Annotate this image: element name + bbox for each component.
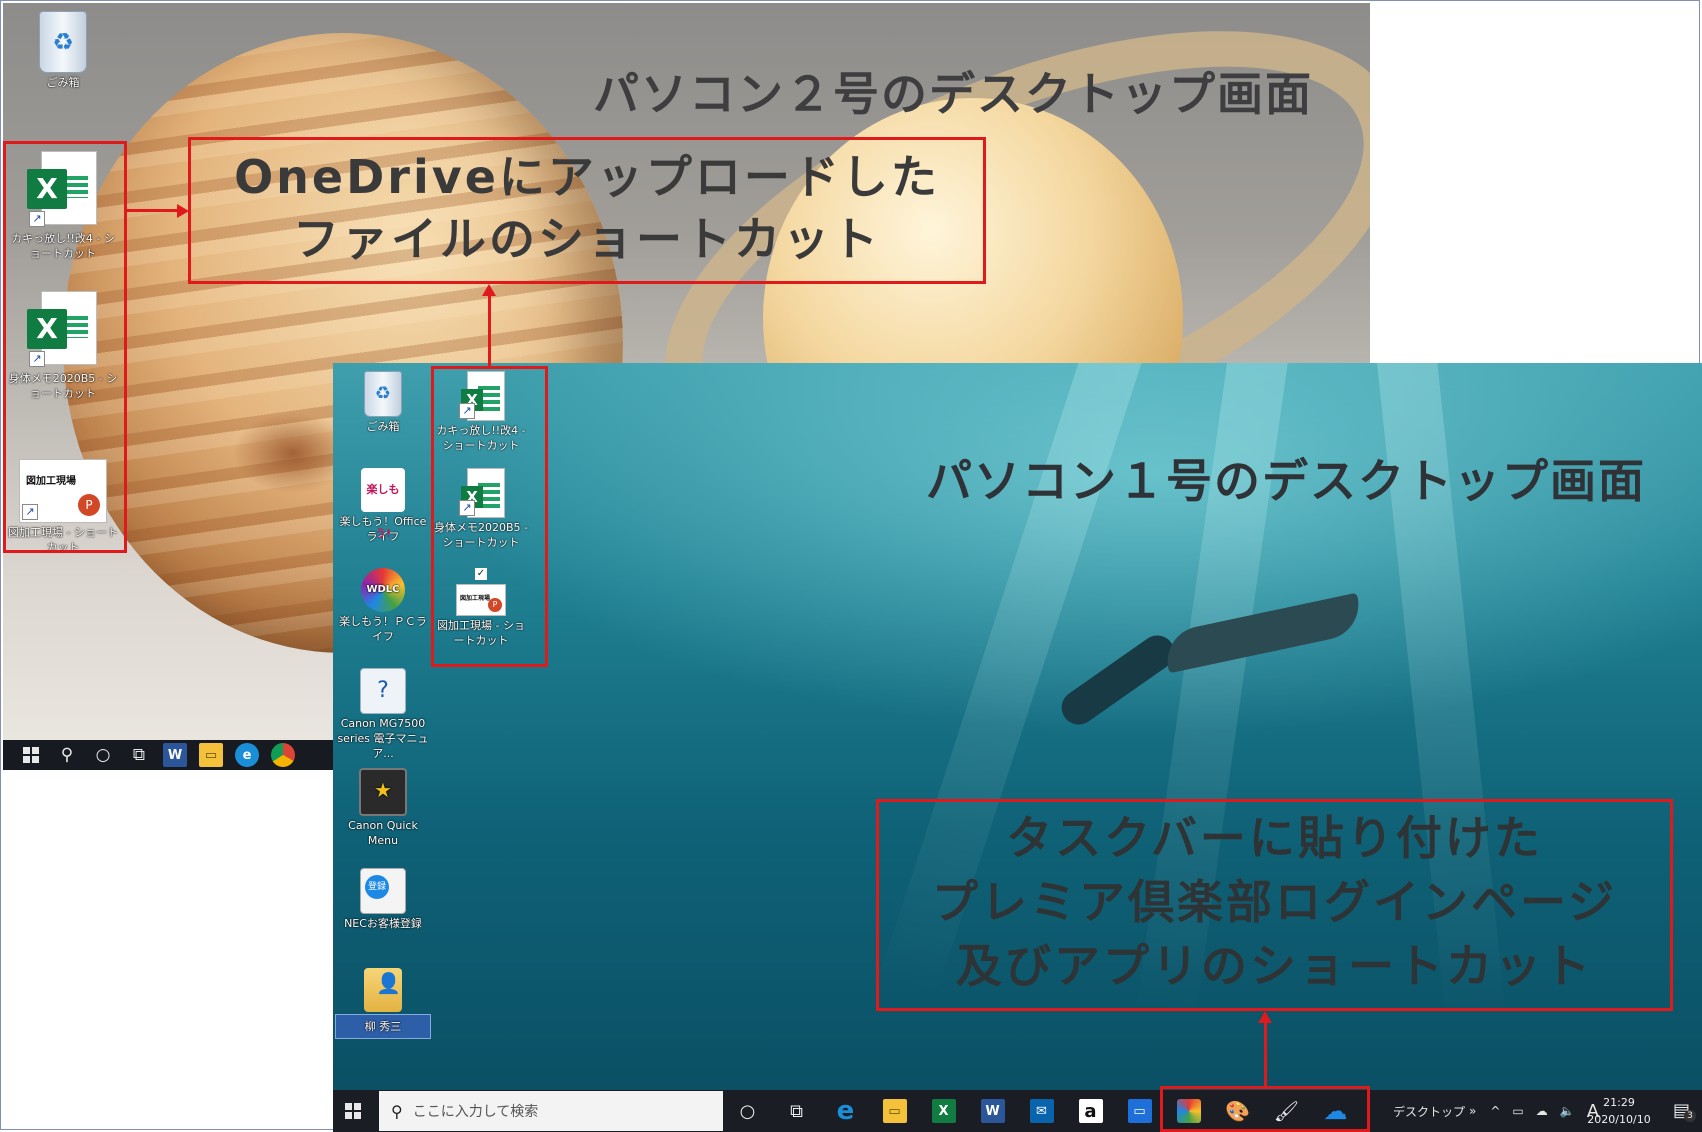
star-app-icon: ★ bbox=[359, 768, 407, 816]
volume-icon[interactable]: 🔈 bbox=[1560, 1104, 1575, 1118]
pc1-title: パソコン１号のデスクトップ画面 bbox=[926, 454, 1646, 508]
notification-count-badge: 3 bbox=[1684, 1110, 1696, 1122]
cortana-icon[interactable]: ○ bbox=[723, 1090, 772, 1132]
pinned-taskbar-highlight bbox=[1160, 1086, 1370, 1132]
arrow-line bbox=[127, 209, 177, 212]
office-life-shortcut[interactable]: 楽しもう! 楽しもう！Office ライフ bbox=[335, 468, 431, 544]
callout-taskbar-line3: 及びアプリのショートカット bbox=[956, 939, 1593, 993]
callout-onedrive-line2: ファイルのショートカット bbox=[293, 212, 881, 266]
file-explorer-icon[interactable]: ▭ bbox=[193, 740, 229, 770]
icon-label: ごみ箱 bbox=[46, 76, 80, 89]
arrow-line bbox=[488, 296, 491, 366]
icon-label: 柳 秀三 bbox=[335, 1014, 431, 1039]
file-explorer-icon[interactable]: ▭ bbox=[870, 1090, 919, 1132]
recycle-bin-icon: ♻ bbox=[39, 11, 87, 73]
search-icon[interactable]: ⚲ bbox=[49, 740, 85, 770]
icon-label: Canon MG7500 series 電子マニュア... bbox=[337, 717, 429, 760]
chevron-up-icon[interactable]: ^ bbox=[1490, 1104, 1500, 1118]
callout-onedrive-text: OneDriveにアップロードした ファイルのショートカット bbox=[188, 146, 986, 270]
clock-time: 21:29 bbox=[1603, 1096, 1635, 1109]
office-life-icon: 楽しもう! bbox=[361, 468, 405, 540]
windows-logo-icon bbox=[345, 1103, 361, 1119]
wdlc-icon: WDLC bbox=[361, 568, 405, 612]
chrome-icon[interactable] bbox=[265, 740, 301, 770]
nec-registration-shortcut[interactable]: 登録 NECお客様登録 bbox=[335, 868, 431, 931]
callout-taskbar-line2: プレミア倶楽部ログインページ bbox=[931, 875, 1618, 929]
taskbar-search-box[interactable]: ⚲ ここに入力して検索 bbox=[379, 1091, 723, 1131]
task-view-icon[interactable]: ⧉ bbox=[772, 1090, 821, 1132]
windows-logo-icon bbox=[23, 747, 39, 763]
pc2-title: パソコン２号のデスクトップ画面 bbox=[593, 67, 1313, 121]
icon-label: NECお客様登録 bbox=[344, 917, 422, 930]
cortana-icon[interactable]: ○ bbox=[85, 740, 121, 770]
help-manual-icon: ? bbox=[360, 668, 406, 714]
network-icon[interactable]: ☁ bbox=[1536, 1104, 1548, 1118]
edge-icon[interactable]: e bbox=[229, 740, 265, 770]
clock-date: 2020/10/10 bbox=[1587, 1113, 1651, 1126]
search-icon: ⚲ bbox=[391, 1101, 403, 1121]
edge-icon[interactable]: e bbox=[821, 1090, 870, 1132]
recycle-bin-desktop-icon[interactable]: ♻ ごみ箱 bbox=[335, 371, 431, 434]
canon-manual-shortcut[interactable]: ? Canon MG7500 series 電子マニュア... bbox=[335, 668, 431, 761]
diver-wallpaper bbox=[1053, 573, 1373, 732]
word-icon[interactable]: W bbox=[968, 1090, 1017, 1132]
pc1-shortcuts-highlight bbox=[431, 366, 548, 667]
toolbar-expand-icon[interactable]: » bbox=[1469, 1104, 1476, 1118]
taskbar-clock[interactable]: 21:29 2020/10/10 bbox=[1584, 1094, 1654, 1128]
user-folder-icon: 👤 bbox=[364, 968, 402, 1012]
search-placeholder: ここに入力して検索 bbox=[412, 1104, 539, 1120]
callout-taskbar-line1: タスクバーに貼り付けた bbox=[1006, 811, 1543, 865]
callout-onedrive-line1: OneDriveにアップロードした bbox=[234, 150, 940, 204]
outlook-icon[interactable]: ✉ bbox=[1017, 1090, 1066, 1132]
window-app-icon[interactable]: ▭ bbox=[1115, 1090, 1164, 1132]
pc1-taskbar: ⚲ ここに入力して検索 ○ ⧉ e ▭ X W ✉ a ▭ 🎨 🖌 ☁ デスクト… bbox=[333, 1090, 1702, 1132]
icon-label: ごみ箱 bbox=[366, 420, 400, 433]
amazon-icon[interactable]: a bbox=[1066, 1090, 1115, 1132]
system-tray: デスクトップ » ^ ▭ ☁ 🔈 A bbox=[1383, 1090, 1599, 1132]
start-button[interactable] bbox=[13, 740, 49, 770]
action-center-icon[interactable]: ▤ 3 bbox=[1673, 1100, 1696, 1122]
icon-label: Canon Quick Menu bbox=[348, 819, 418, 847]
recycle-bin-icon: ♻ bbox=[364, 371, 402, 417]
callout-taskbar-text: タスクバーに貼り付けた プレミア倶楽部ログインページ 及びアプリのショートカット bbox=[876, 806, 1673, 998]
icon-label: 楽しもう！ＰＣライフ bbox=[339, 615, 427, 643]
recycle-bin-desktop-icon[interactable]: ♻ ごみ箱 bbox=[8, 11, 118, 90]
arrow-head bbox=[482, 284, 496, 296]
task-view-icon[interactable]: ⧉ bbox=[121, 740, 157, 770]
battery-icon[interactable]: ▭ bbox=[1512, 1104, 1523, 1118]
user-folder-shortcut[interactable]: 👤 柳 秀三 bbox=[335, 968, 431, 1039]
nec-registration-icon: 登録 bbox=[360, 868, 406, 914]
arrow-head bbox=[1258, 1011, 1272, 1023]
start-button[interactable] bbox=[345, 1103, 361, 1119]
desktop-toolbar-label[interactable]: デスクトップ bbox=[1393, 1103, 1465, 1120]
excel-icon[interactable]: X bbox=[919, 1090, 968, 1132]
canon-quick-menu-shortcut[interactable]: ★ Canon Quick Menu bbox=[335, 768, 431, 848]
pc-life-shortcut[interactable]: WDLC 楽しもう！ＰＣライフ bbox=[335, 568, 431, 644]
arrow-line bbox=[1264, 1023, 1267, 1086]
word-icon[interactable]: W bbox=[157, 740, 193, 770]
pc2-shortcuts-highlight bbox=[3, 141, 127, 553]
